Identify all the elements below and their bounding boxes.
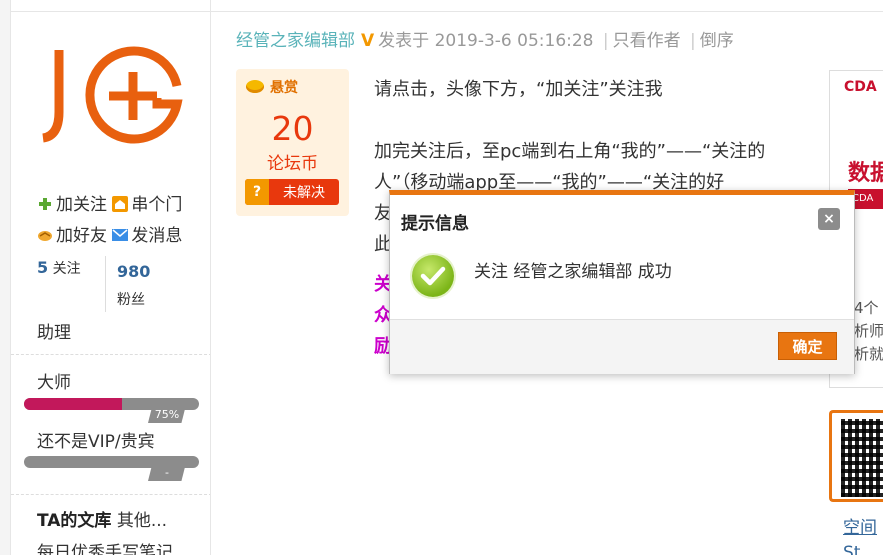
left-gutter <box>0 0 10 555</box>
separator: | <box>690 31 696 51</box>
wenku-more-link[interactable]: 其他... <box>117 511 167 531</box>
bounty-status-badge: ? 未解决 <box>245 179 339 205</box>
dialog-title: 提示信息 <box>401 214 469 234</box>
bottom-link[interactable]: St <box>843 543 860 555</box>
qr-code-box <box>829 410 883 502</box>
post-header: 经管之家编辑部 V 发表于 2019-3-6 05:16:28 | 只看作者 | 倒序 <box>236 26 734 51</box>
dialog-footer: 确定 <box>390 319 854 374</box>
ad-headline: 数据 <box>848 161 883 186</box>
forum-thread-page: 加关注 串个门 加好友 发消息 5 关注 980 粉丝 助理 大师 75% 还不… <box>0 0 883 555</box>
gold-ingot-icon <box>246 80 264 93</box>
following-stat[interactable]: 5 关注 <box>37 258 81 278</box>
follow-action[interactable]: 加关注 <box>37 195 112 215</box>
verified-v-icon: V <box>361 31 375 51</box>
message-action[interactable]: 发消息 <box>112 226 182 246</box>
reverse-order-link[interactable]: 倒序 <box>700 31 734 51</box>
ad-text-line: 4个 <box>854 299 879 317</box>
fans-label: 粉丝 <box>117 292 145 308</box>
divider <box>11 494 210 495</box>
mail-icon <box>112 229 129 241</box>
fans-stat[interactable]: 980 粉丝 <box>117 258 150 314</box>
only-author-link[interactable]: 只看作者 <box>613 31 681 51</box>
stats-divider <box>105 256 106 312</box>
author-avatar-logo[interactable] <box>37 46 187 146</box>
sidebar-top-divider <box>11 0 210 12</box>
success-check-icon <box>412 255 454 297</box>
ad-brand: CDA <box>844 79 877 95</box>
visit-action[interactable]: 串个门 <box>112 195 182 215</box>
bounty-header: 悬赏 <box>246 77 298 97</box>
post-paragraph: 加完关注后，至pc端到右上角“我的”——“关注的 <box>374 141 766 162</box>
follow-link[interactable]: 加关注 <box>56 195 107 215</box>
author-sidebar: 加关注 串个门 加好友 发消息 5 关注 980 粉丝 助理 大师 75% 还不… <box>10 0 211 555</box>
add-friend-link[interactable]: 加好友 <box>56 226 107 246</box>
author-stats: 5 关注 980 粉丝 <box>37 256 207 314</box>
fans-count: 980 <box>117 262 151 281</box>
bounty-card: 悬赏 20 论坛币 ? 未解决 <box>236 69 349 216</box>
vip-title: 还不是VIP/贵宾 <box>37 432 155 452</box>
ad-text: 4个析师析就 <box>854 297 883 366</box>
close-icon[interactable]: × <box>818 208 840 230</box>
author-role: 助理 <box>37 323 71 343</box>
vip-progress-label: - <box>148 463 186 481</box>
bounty-amount: 20 <box>271 109 314 148</box>
level-title: 大师 <box>37 373 71 393</box>
confirm-button[interactable]: 确定 <box>778 332 837 360</box>
bounty-status-label: 未解决 <box>283 185 325 201</box>
bounty-header-label: 悬赏 <box>270 80 298 96</box>
post-paragraph: 请点击，头像下方，“加关注”关注我 <box>374 79 663 100</box>
bounty-unit: 论坛币 <box>267 154 318 174</box>
home-icon <box>112 196 129 212</box>
level-progress-fill <box>24 398 122 410</box>
dialog-message: 关注 经管之家编辑部 成功 <box>474 262 672 282</box>
following-count: 5 <box>37 258 49 277</box>
notice-dialog: 提示信息 × 关注 经管之家编辑部 成功 确定 <box>389 190 855 374</box>
separator: | <box>602 31 609 51</box>
visit-link[interactable]: 串个门 <box>131 195 182 215</box>
wenku-title[interactable]: TA的文库 <box>37 511 111 531</box>
add-friend-action[interactable]: 加好友 <box>37 226 112 246</box>
message-link[interactable]: 发消息 <box>131 226 182 246</box>
vip-progress-bar: - <box>24 456 199 481</box>
question-icon: ? <box>245 179 269 205</box>
level-progress-label: 75% <box>148 405 186 423</box>
top-divider <box>211 0 883 12</box>
following-label: 关注 <box>52 261 81 277</box>
divider <box>11 354 210 355</box>
space-link[interactable]: 空间 <box>843 513 877 538</box>
post-author-link[interactable]: 经管之家编辑部 <box>236 31 355 51</box>
level-progress-bar: 75% <box>24 398 199 423</box>
ad-text-line: 析就 <box>854 345 883 363</box>
plus-icon <box>39 198 51 210</box>
qr-code-image <box>841 419 883 497</box>
handshake-icon <box>38 231 52 241</box>
author-actions: 加关注 串个门 加好友 发消息 <box>37 190 182 252</box>
wenku-item[interactable]: 每日优秀手写笔记 <box>37 538 173 555</box>
wenku-section: TA的文库 其他... <box>37 506 167 531</box>
ad-text-line: 析师 <box>854 322 883 340</box>
post-timestamp: 发表于 2019-3-6 05:16:28 <box>378 31 594 51</box>
